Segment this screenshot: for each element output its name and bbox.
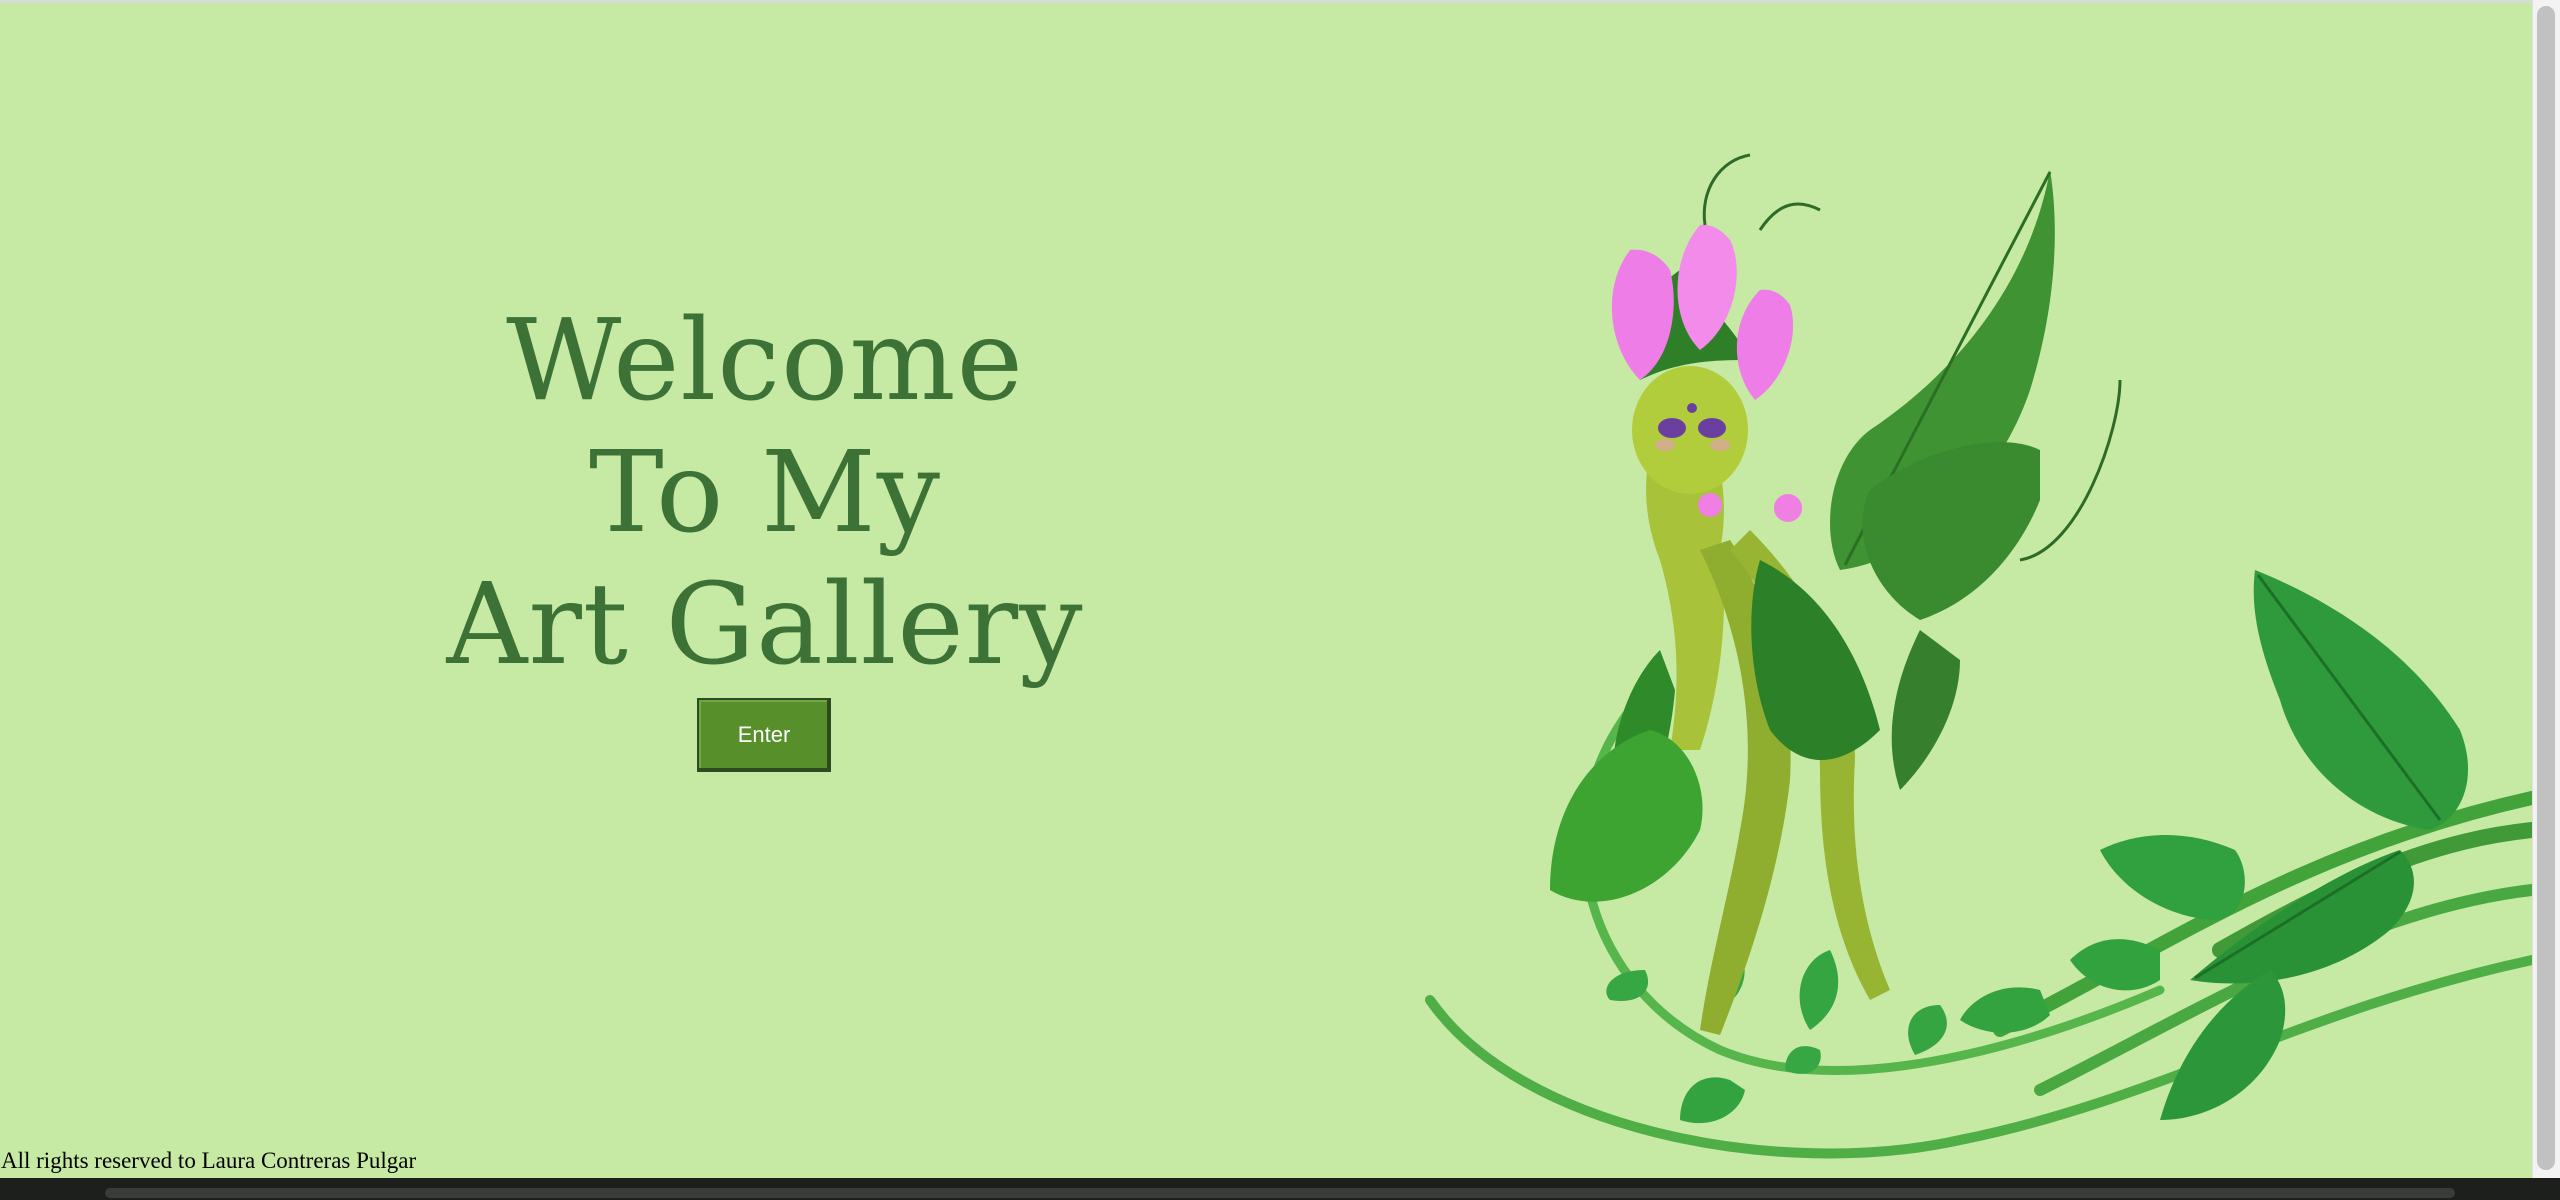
vertical-scroll-thumb[interactable] [2537,6,2555,1170]
tendril [1758,202,1821,231]
vine [1425,955,2532,1159]
heading-line-welcome: Welcome [506,296,1024,426]
heading-line-art-gallery: Art Gallery [446,560,1084,690]
copyright-notice: All rights reserved to Laura Contreras P… [1,1148,417,1173]
page-viewport: Welcome To My Art Gallery Enter All righ… [0,0,2532,1178]
enter-button[interactable]: Enter [697,698,831,772]
welcome-heading: Welcome To My Art Gallery [440,295,1090,691]
fairy-illustration [1425,153,2532,1159]
heading-line-to-my: To My [589,428,941,558]
top-edge [0,0,2532,3]
tendril [1702,153,1751,226]
horizontal-scroll-thumb[interactable] [105,1188,2455,1198]
